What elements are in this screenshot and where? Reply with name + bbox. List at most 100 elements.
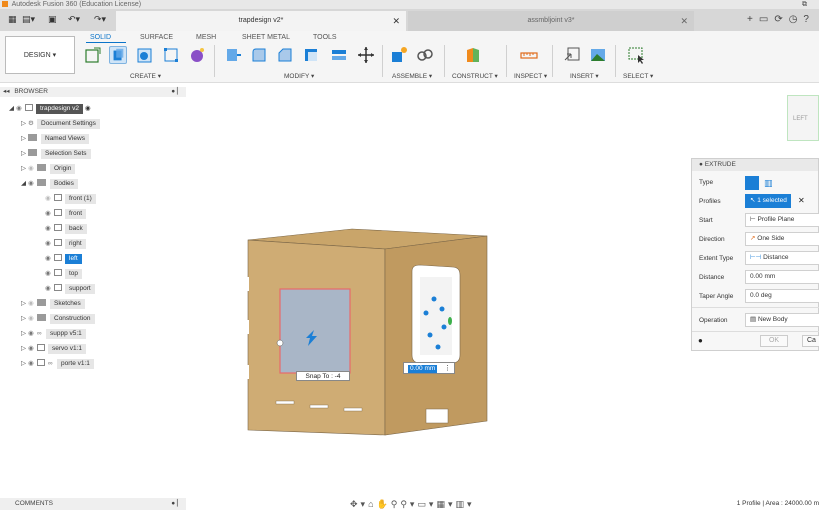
extrude-arrow-icon[interactable] [300,328,320,348]
comments-panel[interactable]: COMMENTS ● ▏ [0,498,186,510]
info-icon[interactable]: ● [698,336,703,345]
tree-item-body-right[interactable]: ◉ right [45,238,86,250]
taper-angle-field[interactable]: 0.0 deg [745,289,819,303]
chamfer-icon[interactable] [276,46,294,64]
tab-assmbljoint[interactable]: assmbljoint v3* ✕ [408,11,694,31]
tree-item-named-views[interactable]: ▷ Named Views [21,133,89,145]
shell-icon[interactable] [302,46,320,64]
model-viewport[interactable] [240,225,500,445]
tree-item-suppp[interactable]: ▷ ◉ ∞ suppp v5:1 [21,328,86,340]
distance-field[interactable]: 0.00 mm [745,270,819,284]
visibility-eye-icon[interactable]: ◉ [45,193,54,205]
combine-icon[interactable] [330,46,348,64]
expand-triangle-icon[interactable]: ▷ [21,313,28,325]
more-icon[interactable]: ⋮ [444,364,451,372]
visibility-eye-icon[interactable]: ◉ [45,253,54,265]
collapse-triangle-icon[interactable]: ◢ [21,178,28,190]
window-controls-icon[interactable]: ⧉ [802,0,807,9]
visibility-eye-icon[interactable]: ◉ [28,358,37,370]
visibility-eye-icon[interactable]: ◉ [45,223,54,235]
visibility-eye-icon[interactable]: ◉ [16,103,25,115]
tab-sheet-metal[interactable]: SHEET METAL [242,34,290,41]
tree-item-origin[interactable]: ▷ ◉ Origin [21,163,76,175]
redo-icon[interactable]: ↷▾ [94,14,106,25]
joint-icon[interactable] [416,46,434,64]
visibility-eye-icon[interactable]: ◉ [28,163,37,175]
tab-surface[interactable]: SURFACE [140,34,173,41]
profiles-select-button[interactable]: ↖ 1 selected [745,194,791,208]
collapse-icon[interactable]: ◂◂ [3,88,10,95]
viewports-icon[interactable]: ▥▾ [455,499,474,509]
pan-icon[interactable]: ✋ [377,499,391,509]
offset-plane-icon[interactable] [464,46,482,64]
create-group-label[interactable]: CREATE ▾ [130,72,161,80]
extrude-dialog-header[interactable]: ● EXTRUDE [692,159,818,171]
inspect-group-label[interactable]: INSPECT ▾ [514,72,547,80]
select-group-label[interactable]: SELECT ▾ [623,72,653,80]
expand-triangle-icon[interactable]: ▷ [21,298,28,310]
cancel-button[interactable]: Ca [802,335,819,347]
collapse-triangle-icon[interactable]: ◢ [9,103,16,115]
fit-icon[interactable]: ⚲▾ [400,499,417,509]
expand-triangle-icon[interactable]: ▷ [21,343,28,355]
tree-item-construction[interactable]: ▷ ◉ Construction [21,313,95,325]
construct-group-label[interactable]: CONSTRUCT ▾ [452,72,498,80]
new-component-icon[interactable] [390,46,408,64]
tab-solid[interactable]: SOLID [90,34,111,41]
file-menu-icon[interactable]: ▤▾ [22,14,35,25]
expand-triangle-icon[interactable]: ▷ [21,163,28,175]
pin-icon[interactable]: ● ▏ [171,498,182,510]
visibility-eye-icon[interactable]: ◉ [28,313,37,325]
expand-triangle-icon[interactable]: ▷ [21,148,28,160]
grid-menu-icon[interactable]: ▦ [8,14,17,25]
navigation-toolbar[interactable]: ✥▾⌂✋⚲⚲▾▭▾▦▾▥▾ [350,499,475,510]
create-sketch-icon[interactable] [84,46,102,64]
visibility-eye-icon[interactable]: ◉ [45,283,54,295]
tree-item-body-back[interactable]: ◉ back [45,223,87,235]
tree-item-selection-sets[interactable]: ▷ Selection Sets [21,148,91,160]
tree-root-trapdesign[interactable]: ◢ ◉ trapdesign v2 ◉ [9,103,91,115]
tab-tools[interactable]: TOOLS [313,34,337,41]
tab-mesh[interactable]: MESH [196,34,216,41]
select-icon[interactable] [627,46,645,64]
extrude-type-solid-icon[interactable] [745,176,759,190]
look-at-icon[interactable]: ⌂ [368,499,376,509]
visibility-eye-icon[interactable]: ◉ [28,328,37,340]
extrude-button[interactable] [109,46,127,64]
close-icon[interactable]: ✕ [680,11,688,31]
active-indicator-icon[interactable]: ◉ [85,105,91,112]
insert-canvas-icon[interactable] [589,46,607,64]
zoom-icon[interactable]: ⚲ [391,499,401,509]
measure-icon[interactable] [520,46,538,64]
pin-icon[interactable]: ● ▏ [171,87,182,97]
tab-bar-tools-icon[interactable]: +▭⟳◷? [747,14,815,25]
distance-value[interactable]: 0.00 mm [408,365,438,373]
start-dropdown[interactable]: ⊢ Profile Plane [745,213,819,227]
sweep-icon[interactable] [162,46,180,64]
insert-group-label[interactable]: INSERT ▾ [570,72,599,80]
ok-button[interactable]: OK [760,335,788,347]
visibility-eye-icon[interactable]: ◉ [45,238,54,250]
revolve-icon[interactable] [136,46,154,64]
collapse-icon[interactable]: ● [699,161,703,168]
undo-icon[interactable]: ↶▾ [68,14,80,25]
assemble-group-label[interactable]: ASSEMBLE ▾ [392,72,432,80]
tree-item-sketches[interactable]: ▷ ◉ Sketches [21,298,85,310]
visibility-eye-icon[interactable]: ◉ [28,178,37,190]
workspace-switcher-button[interactable]: DESIGN ▾ [5,36,75,74]
tree-item-body-top[interactable]: ◉ top [45,268,83,280]
tree-item-bodies[interactable]: ◢ ◉ Bodies [21,178,78,190]
visibility-eye-icon[interactable]: ◉ [28,298,37,310]
expand-triangle-icon[interactable]: ▷ [21,328,28,340]
browser-header[interactable]: ◂◂ BROWSER ● ▏ [0,87,186,97]
grid-icon[interactable]: ▦▾ [436,499,455,509]
form-icon[interactable] [188,46,206,64]
expand-triangle-icon[interactable]: ▷ [21,133,28,145]
display-settings-icon[interactable]: ▭▾ [417,499,436,509]
press-pull-icon[interactable] [224,46,242,64]
tree-item-body-front[interactable]: ◉ front [45,208,87,220]
close-icon[interactable]: ✕ [392,11,400,31]
visibility-eye-icon[interactable]: ◉ [45,208,54,220]
tab-trapdesign[interactable]: trapdesign v2* ✕ [116,11,406,31]
tree-item-porte[interactable]: ▷ ◉ ∞ porte v1:1 [21,358,94,370]
